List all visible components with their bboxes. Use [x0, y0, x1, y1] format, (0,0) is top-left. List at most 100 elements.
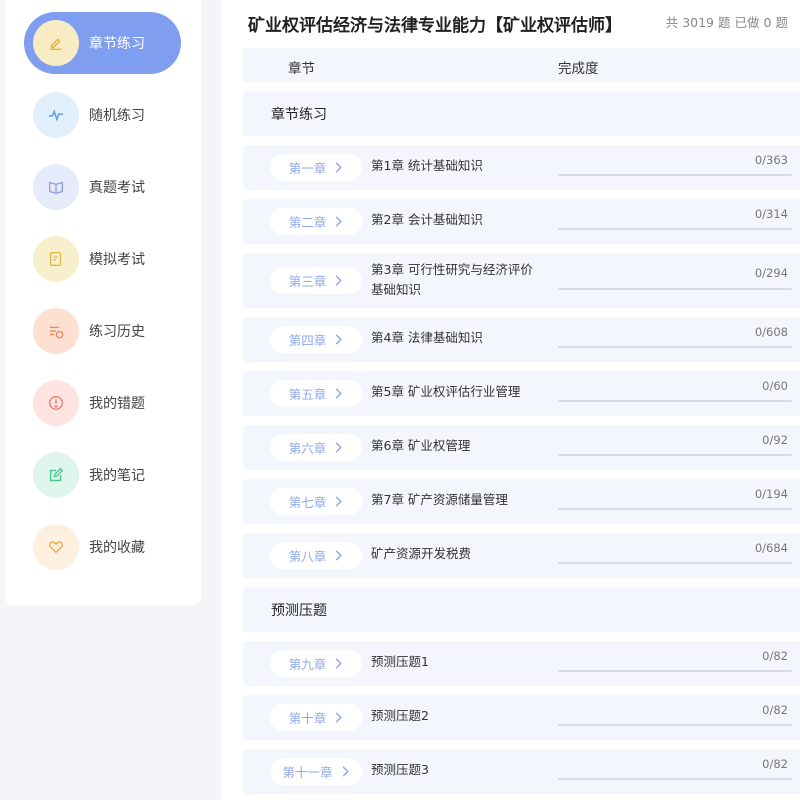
chapter-button[interactable]: 第六章: [270, 434, 362, 461]
chapter-button-label: 第一章: [288, 161, 327, 176]
chapter-row: 第十章 预测压题2 0/82: [243, 695, 800, 740]
progress-count: 0/684: [754, 541, 788, 555]
sidebar-item-label: 我的错题: [89, 396, 145, 412]
chevron-right-icon: [335, 388, 343, 399]
progress-bar: [558, 724, 792, 726]
progress-count: 0/82: [762, 757, 788, 771]
chapter-name: 第4章 法律基础知识: [371, 330, 483, 345]
book-icon: [33, 164, 79, 210]
summary-total-count: 3019: [682, 15, 714, 30]
chapter-button[interactable]: 第四章: [270, 326, 362, 353]
chapter-button[interactable]: 第二章: [270, 208, 362, 235]
progress-bar: [558, 400, 792, 402]
sidebar-item-label: 我的笔记: [89, 468, 145, 484]
sidebar-item-label: 章节练习: [89, 36, 145, 52]
chevron-right-icon: [342, 766, 349, 777]
progress-indicator: 0/294: [558, 253, 792, 308]
progress-indicator: 0/314: [558, 199, 792, 244]
summary-done-suffix: 题: [775, 15, 788, 30]
progress-count: 0/363: [754, 153, 788, 167]
progress-indicator: 0/194: [558, 479, 792, 524]
alert-circle-icon: [33, 380, 79, 426]
progress-bar: [558, 562, 792, 564]
sidebar: 章节练习 随机练习 真题考试 模拟考试 练习历史 我的错题 我的笔记 我的收藏: [5, 0, 201, 605]
progress-indicator: 0/363: [558, 145, 792, 190]
chapter-button[interactable]: 第一章: [270, 154, 362, 181]
chevron-right-icon: [335, 496, 343, 507]
main-panel: 矿业权评估经济与法律专业能力【矿业权评估师】 共 3019 题已做 0 题 章节 完成度…: [221, 0, 800, 800]
progress-bar: [558, 174, 792, 176]
sidebar-item-real-exam[interactable]: 真题考试: [24, 156, 181, 218]
summary-done-prefix: 已做: [734, 15, 760, 30]
sidebar-item-label: 随机练习: [89, 108, 145, 124]
chapter-button-label: 第九章: [288, 657, 327, 672]
progress-indicator: 0/92: [558, 425, 792, 470]
sidebar-item-chapter-practice[interactable]: 章节练习: [24, 12, 181, 74]
sidebar-item-my-favorites[interactable]: 我的收藏: [24, 516, 181, 578]
chevron-right-icon: [335, 712, 343, 723]
chapter-button-label: 第十一章: [282, 765, 333, 780]
chapter-name: 预测压题1: [371, 654, 429, 669]
progress-indicator: 0/684: [558, 533, 792, 578]
heart-icon: [33, 524, 79, 570]
sidebar-item-random-practice[interactable]: 随机练习: [24, 84, 181, 146]
chevron-right-icon: [335, 275, 343, 286]
edit-document-icon: [33, 236, 79, 282]
progress-bar: [558, 778, 792, 780]
chapter-row: 第九章 预测压题1 0/82: [243, 641, 800, 686]
question-summary: 共 3019 题已做 0 题: [662, 12, 788, 31]
chapter-button[interactable]: 第三章: [270, 267, 362, 294]
progress-bar: [558, 288, 792, 290]
section-header: 预测压题: [243, 587, 800, 632]
chapter-button-label: 第六章: [288, 441, 327, 456]
chapter-button[interactable]: 第十章: [270, 704, 362, 731]
table-header: 章节 完成度: [243, 48, 800, 82]
chapter-name: 第1章 统计基础知识: [371, 158, 483, 173]
summary-done-count: 0: [763, 15, 772, 30]
pulse-icon: [33, 92, 79, 138]
column-header-chapter: 章节: [288, 61, 315, 77]
chapter-button[interactable]: 第五章: [270, 380, 362, 407]
chapter-row: 第七章 第7章 矿产资源储量管理 0/194: [243, 479, 800, 524]
progress-indicator: 0/82: [558, 749, 792, 794]
section-header: 章节练习: [243, 91, 800, 136]
chapter-button[interactable]: 第八章: [270, 542, 362, 569]
sidebar-item-label: 模拟考试: [89, 252, 145, 268]
progress-count: 0/294: [754, 266, 788, 280]
progress-bar: [558, 508, 792, 510]
chapter-name: 第2章 会计基础知识: [371, 212, 483, 227]
chevron-right-icon: [335, 550, 343, 561]
chapter-row: 第十一章 预测压题3 0/82: [243, 749, 800, 794]
sidebar-item-my-mistakes[interactable]: 我的错题: [24, 372, 181, 434]
note-edit-icon: [33, 452, 79, 498]
chapter-button-label: 第五章: [288, 387, 327, 402]
chevron-right-icon: [335, 162, 343, 173]
chapter-button-label: 第七章: [288, 495, 327, 510]
progress-bar: [558, 454, 792, 456]
sidebar-item-my-notes[interactable]: 我的笔记: [24, 444, 181, 506]
chapter-button[interactable]: 第九章: [270, 650, 362, 677]
sidebar-item-mock-exam[interactable]: 模拟考试: [24, 228, 181, 290]
progress-count: 0/92: [762, 433, 788, 447]
sidebar-item-label: 练习历史: [89, 324, 145, 340]
progress-indicator: 0/82: [558, 695, 792, 740]
chevron-right-icon: [335, 334, 343, 345]
progress-count: 0/60: [762, 379, 788, 393]
chapter-button[interactable]: 第七章: [270, 488, 362, 515]
progress-count: 0/608: [754, 325, 788, 339]
chapter-name: 第7章 矿产资源储量管理: [371, 492, 508, 507]
chapter-button-label: 第四章: [288, 333, 327, 348]
sidebar-item-label: 真题考试: [89, 180, 145, 196]
sidebar-item-practice-history[interactable]: 练习历史: [24, 300, 181, 362]
chapter-button[interactable]: 第十一章: [270, 758, 362, 785]
sidebar-item-label: 我的收藏: [89, 540, 145, 556]
chapter-name: 预测压题2: [371, 708, 429, 723]
chapter-name: 第6章 矿业权管理: [371, 438, 471, 453]
chapter-name: 矿产资源开发税费: [371, 546, 472, 561]
summary-total-prefix: 共: [665, 15, 679, 30]
chapter-row: 第六章 第6章 矿业权管理 0/92: [243, 425, 800, 470]
progress-bar: [558, 670, 792, 672]
pencil-icon: [33, 20, 79, 66]
chevron-right-icon: [335, 442, 343, 453]
section-title: 章节练习: [271, 107, 327, 123]
